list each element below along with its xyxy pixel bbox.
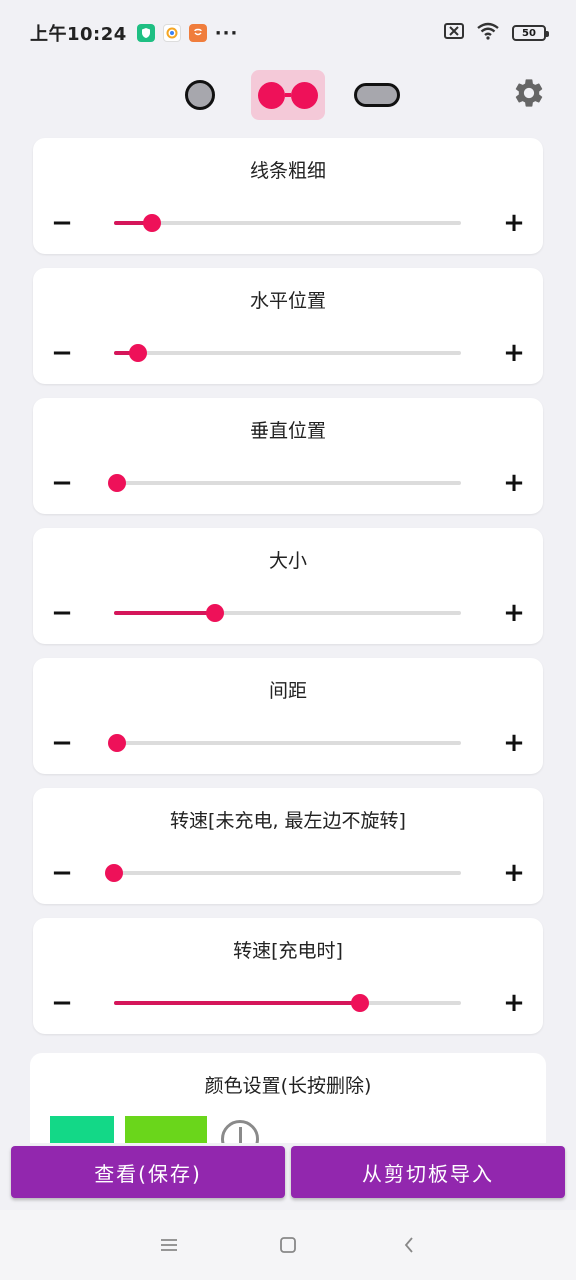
slider-thumb[interactable] [143, 214, 162, 232]
decrease-button[interactable]: − [47, 988, 77, 1018]
mode-double-circle-button[interactable] [251, 70, 325, 120]
slider-card-size: 大小 − + [33, 528, 543, 644]
shopping-app-icon [188, 24, 207, 42]
slider-thumb[interactable] [129, 344, 148, 362]
no-sim-icon [444, 23, 464, 43]
speed-charging-slider[interactable] [114, 992, 461, 1014]
shield-app-icon [136, 24, 155, 42]
color-swatch[interactable] [50, 1116, 114, 1143]
slider-card-line-width: 线条粗细 − + [33, 138, 543, 254]
line-width-slider[interactable] [114, 212, 461, 234]
battery-icon: 50 [512, 25, 549, 41]
spacing-slider[interactable] [108, 732, 461, 754]
increase-button[interactable]: + [499, 468, 529, 498]
wifi-icon [476, 22, 500, 44]
slider-thumb[interactable] [105, 864, 123, 882]
import-from-clipboard-button[interactable]: 从剪切板导入 [291, 1146, 565, 1198]
slider-title: 转速[未充电, 最左边不旋转] [170, 810, 406, 832]
color-settings-title: 颜色设置(长按删除) [204, 1075, 372, 1097]
vertical-position-slider[interactable] [108, 472, 461, 494]
settings-gear-icon[interactable] [512, 76, 546, 110]
browser-app-icon [162, 24, 181, 42]
decrease-button[interactable]: − [47, 598, 77, 628]
slider-card-horizontal-position: 水平位置 − + [33, 268, 543, 384]
slider-title: 转速[充电时] [233, 940, 343, 962]
slider-title: 大小 [268, 550, 307, 572]
increase-button[interactable]: + [499, 988, 529, 1018]
slider-title: 垂直位置 [249, 420, 326, 442]
increase-button[interactable]: + [499, 208, 529, 238]
slider-fill [114, 611, 215, 615]
slider-card-speed-charging: 转速[充电时] − + [33, 918, 543, 1034]
status-app-icons [136, 24, 207, 42]
slider-card-spacing: 间距 − + [33, 658, 543, 774]
slider-thumb[interactable] [108, 734, 127, 752]
slider-card-vertical-position: 垂直位置 − + [33, 398, 543, 514]
slider-thumb[interactable] [351, 994, 370, 1012]
decrease-button[interactable]: − [47, 208, 77, 238]
back-icon[interactable] [394, 1230, 424, 1260]
increase-button[interactable]: + [499, 598, 529, 628]
slider-thumb[interactable] [108, 474, 127, 492]
more-notifications-icon: ··· [214, 22, 239, 44]
add-color-icon[interactable] [221, 1120, 259, 1143]
decrease-button[interactable]: − [47, 338, 77, 368]
decrease-button[interactable]: − [47, 728, 77, 758]
status-time: 上午10:24 [30, 24, 127, 45]
mode-pill-button[interactable] [350, 70, 404, 120]
status-bar: 上午10:24 ··· 50 [0, 0, 576, 66]
slider-thumb[interactable] [205, 604, 224, 622]
mode-selector [0, 68, 576, 122]
slider-title: 水平位置 [249, 290, 326, 312]
double-circle-icon [258, 81, 318, 109]
menu-icon[interactable] [154, 1230, 184, 1260]
system-nav-bar [0, 1210, 576, 1280]
horizontal-position-slider[interactable] [114, 342, 461, 364]
status-system-icons: 50 [444, 22, 549, 44]
size-slider[interactable] [114, 602, 461, 624]
decrease-button[interactable]: − [47, 468, 77, 498]
pill-shape-icon [354, 83, 400, 107]
single-circle-icon [185, 80, 215, 110]
increase-button[interactable]: + [499, 338, 529, 368]
increase-button[interactable]: + [499, 858, 529, 888]
color-swatch[interactable] [125, 1116, 207, 1143]
speed-not-charging-slider[interactable] [105, 862, 461, 884]
slider-title: 间距 [268, 680, 307, 702]
decrease-button[interactable]: − [47, 858, 77, 888]
home-icon[interactable] [273, 1230, 303, 1260]
view-save-button[interactable]: 查看(保存) [11, 1146, 285, 1198]
slider-fill [114, 1001, 361, 1005]
slider-card-speed-not-charging: 转速[未充电, 最左边不旋转] − + [33, 788, 543, 904]
slider-title: 线条粗细 [249, 160, 326, 182]
mode-single-circle-button[interactable] [176, 70, 224, 120]
color-settings-card: 颜色设置(长按删除) [30, 1053, 546, 1143]
increase-button[interactable]: + [499, 728, 529, 758]
